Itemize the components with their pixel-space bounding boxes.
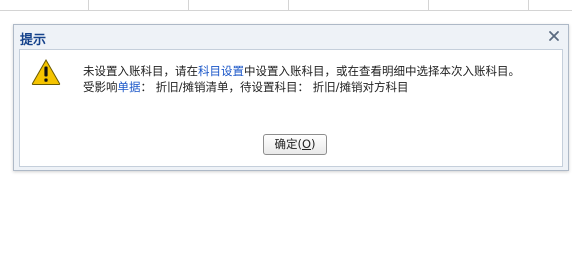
grid-column-divider <box>528 0 529 10</box>
alert-dialog: 提示 x 未设置入账科目，请在科目设置中设置入账科目，或在查看明细中选择本次入账… <box>13 24 569 171</box>
ok-button-label-prefix: 确定( <box>274 137 302 151</box>
message-text: 中设置入账科目，或在查看明细中选择本次入账科目。 <box>244 64 520 78</box>
dialog-message: 未设置入账科目，请在科目设置中设置入账科目，或在查看明细中选择本次入账科目。 受… <box>83 63 559 95</box>
grid-column-divider <box>188 0 189 10</box>
close-icon[interactable]: x <box>546 28 562 44</box>
message-text: ： 折旧/摊销清单，待设置科目： 折旧/摊销对方科目 <box>140 80 409 94</box>
message-text: 未设置入账科目，请在 <box>83 64 198 78</box>
ok-button-label-suffix: ) <box>311 137 316 151</box>
dialog-title: 提示 <box>20 33 47 48</box>
grid-column-divider <box>88 0 89 10</box>
warning-icon <box>31 58 61 85</box>
subject-settings-link[interactable]: 科目设置 <box>198 64 244 78</box>
message-line-2: 受影响单据： 折旧/摊销清单，待设置科目： 折旧/摊销对方科目 <box>83 79 559 95</box>
dialog-content: 未设置入账科目，请在科目设置中设置入账科目，或在查看明细中选择本次入账科目。 受… <box>19 49 563 167</box>
grid-column-divider <box>288 0 289 10</box>
document-link[interactable]: 单据 <box>118 80 141 94</box>
background-grid <box>0 0 572 11</box>
message-text: 受影响 <box>83 80 118 94</box>
ok-button[interactable]: 确定(O) <box>263 134 327 155</box>
grid-column-divider <box>428 0 429 10</box>
ok-button-accelerator: O <box>301 137 312 151</box>
message-line-1: 未设置入账科目，请在科目设置中设置入账科目，或在查看明细中选择本次入账科目。 <box>83 63 559 79</box>
dialog-title-bar[interactable]: 提示 x <box>14 25 568 48</box>
